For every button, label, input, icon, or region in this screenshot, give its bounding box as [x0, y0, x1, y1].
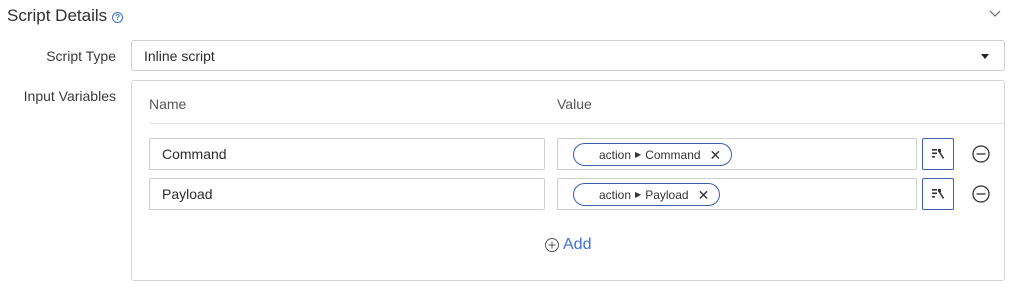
column-header-value: Value [557, 96, 592, 112]
variable-picker-button[interactable] [922, 138, 954, 170]
input-variables-label: Input Variables [23, 88, 116, 104]
plus-circle-icon [545, 238, 559, 252]
section-header: Script Details ? [7, 6, 124, 26]
variable-picker-icon [932, 189, 945, 199]
header-divider [149, 123, 1004, 124]
token-field: Command [645, 147, 701, 162]
caret-right-icon: ▶ [635, 150, 642, 159]
caret-right-icon: ▶ [635, 190, 642, 199]
token-source: action [599, 187, 632, 202]
variable-name-input[interactable]: Command [149, 138, 545, 170]
add-variable-button[interactable]: Add [544, 236, 591, 254]
section-title: Script Details [7, 6, 108, 25]
script-type-label: Script Type [46, 48, 116, 64]
script-type-select[interactable]: Inline script [131, 40, 1005, 71]
chevron-down-icon[interactable] [988, 8, 1002, 18]
add-label: Add [563, 236, 592, 253]
token-remove-icon[interactable]: ✕ [710, 148, 722, 162]
remove-row-button[interactable] [971, 144, 991, 164]
variable-value-field[interactable]: action ▶ Payload ✕ [557, 178, 917, 210]
variable-row: Payload action ▶ Payload ✕ [132, 178, 1004, 210]
variable-name-input[interactable]: Payload [149, 178, 545, 210]
caret-down-icon [981, 54, 989, 59]
token-remove-icon[interactable]: ✕ [698, 188, 710, 202]
minus-circle-icon [972, 145, 990, 163]
input-variables-table: Name Value Command action ▶ Command ✕ Pa… [131, 80, 1005, 281]
variable-row: Command action ▶ Command ✕ [132, 138, 1004, 170]
help-icon[interactable]: ? [112, 11, 124, 23]
minus-circle-icon [972, 185, 990, 203]
token-source: action [599, 147, 632, 162]
remove-row-button[interactable] [971, 184, 991, 204]
value-token[interactable]: action ▶ Payload ✕ [573, 183, 721, 206]
token-field: Payload [645, 187, 689, 202]
variable-picker-icon [932, 149, 945, 159]
column-header-name: Name [149, 96, 187, 112]
variable-picker-button[interactable] [922, 178, 954, 210]
variable-value-field[interactable]: action ▶ Command ✕ [557, 138, 917, 170]
script-type-value: Inline script [144, 48, 215, 64]
value-token[interactable]: action ▶ Command ✕ [573, 143, 733, 166]
